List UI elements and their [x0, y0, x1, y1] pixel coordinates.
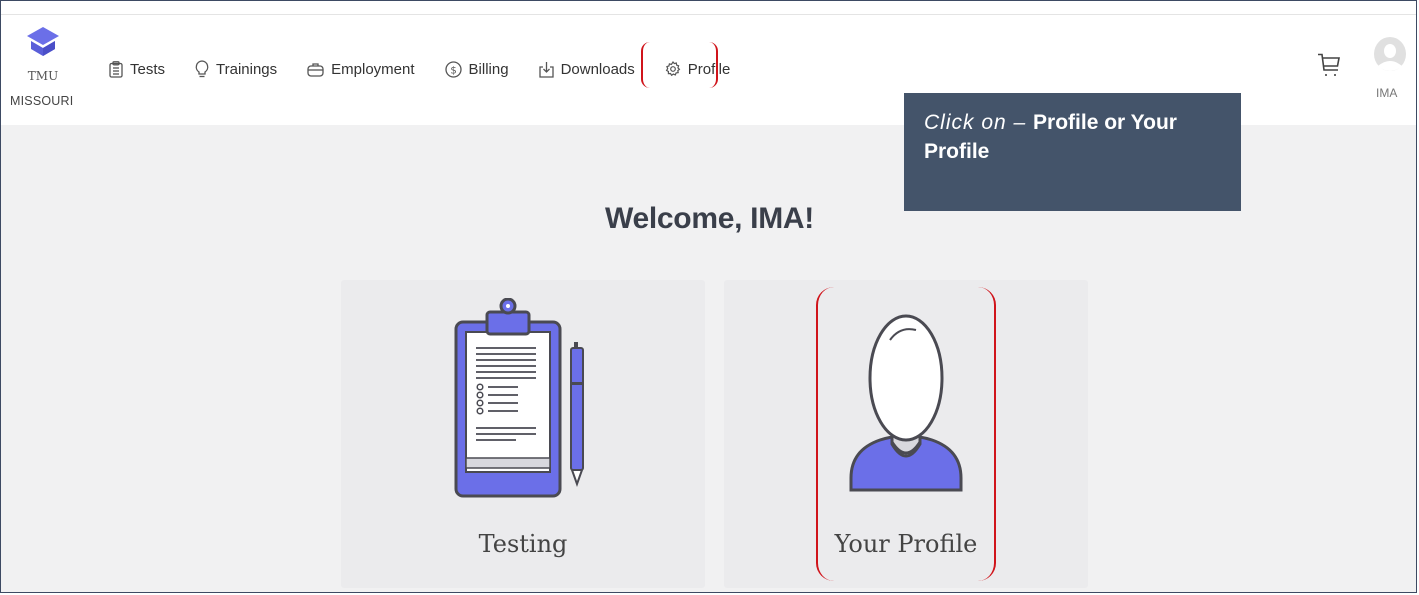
nav-label-employment: Employment	[331, 60, 415, 78]
nav-item-tests[interactable]: Tests	[109, 61, 165, 78]
main-nav: Tests Trainings Employment $ Billing Dow…	[109, 57, 730, 81]
user-name: IMA	[1376, 86, 1398, 100]
app-window: TMU MISSOURI Tests Trainings Employment …	[0, 0, 1417, 593]
profile-highlight-bracket	[641, 42, 718, 88]
nav-label-tests: Tests	[130, 60, 166, 78]
nav-item-billing[interactable]: $ Billing	[444, 60, 509, 78]
brand-name: TMU	[27, 69, 59, 83]
graduation-cap-icon	[27, 27, 59, 56]
brand-subtitle: MISSOURI	[10, 94, 74, 108]
brand-logo[interactable]: TMU MISSOURI	[10, 25, 89, 108]
welcome-heading: Welcome, IMA!	[605, 202, 814, 235]
dollar-circle-icon: $	[444, 60, 462, 78]
cart-icon[interactable]	[1317, 53, 1341, 79]
testing-card[interactable]: Testing	[341, 280, 705, 588]
svg-text:$: $	[450, 65, 456, 76]
lightbulb-icon	[195, 60, 209, 78]
divider	[1, 14, 1416, 15]
nav-item-employment[interactable]: Employment	[307, 60, 415, 78]
briefcase-icon	[307, 62, 324, 77]
testing-card-label: Testing	[478, 530, 568, 558]
nav-label-trainings: Trainings	[216, 60, 278, 78]
download-icon	[538, 61, 554, 78]
nav-item-trainings[interactable]: Trainings	[195, 60, 277, 78]
callout-prefix: Click on –	[924, 111, 1034, 134]
nav-item-downloads[interactable]: Downloads	[538, 60, 635, 78]
nav-label-downloads: Downloads	[560, 60, 635, 78]
instruction-callout: Click on – Profile or Your Profile	[904, 93, 1241, 211]
clipboard-checklist-icon	[454, 298, 584, 498]
nav-label-billing: Billing	[468, 60, 509, 78]
user-avatar-icon[interactable]	[1373, 36, 1407, 84]
clipboard-icon	[109, 60, 123, 78]
your-profile-highlight-bracket	[816, 287, 996, 581]
